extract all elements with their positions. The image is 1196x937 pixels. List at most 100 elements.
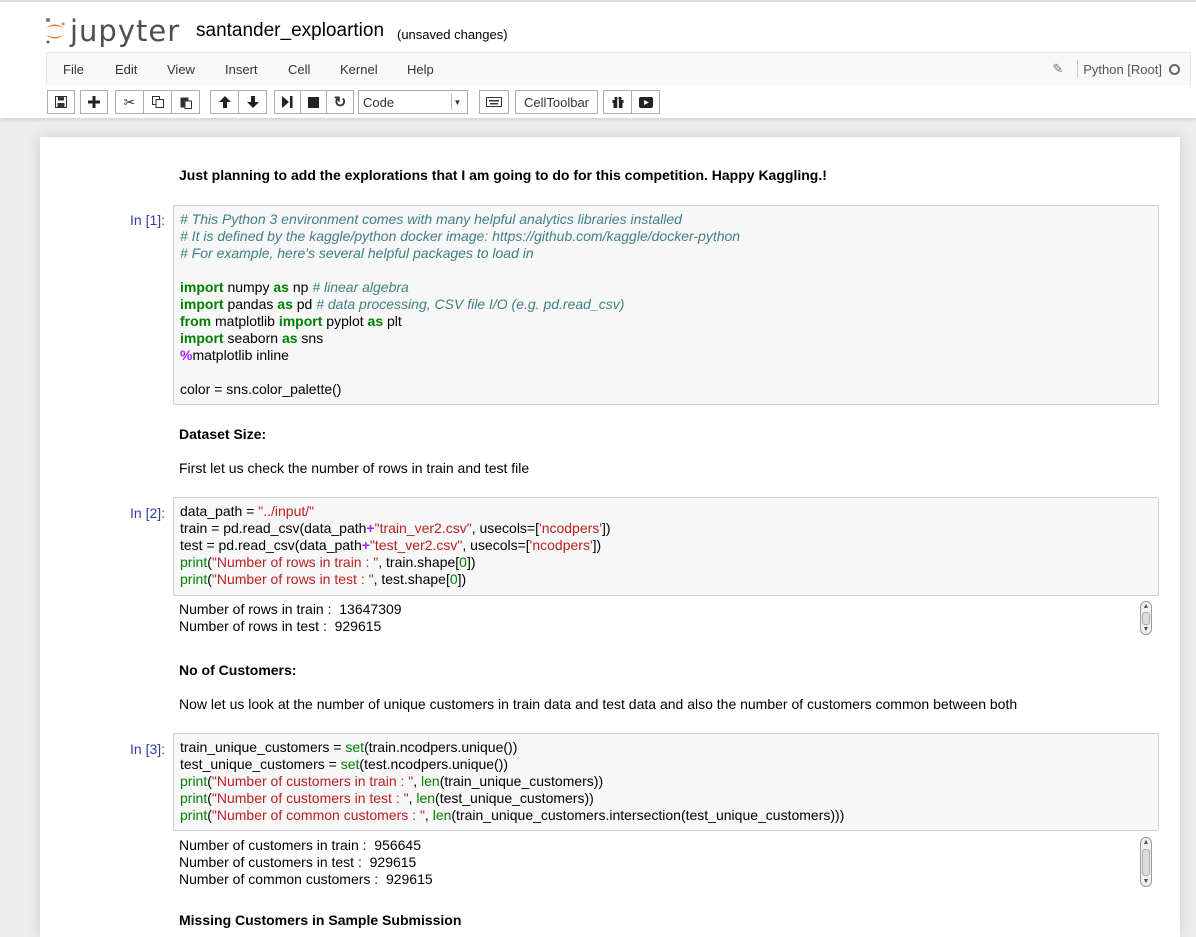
- scrollbar-thumb[interactable]: [1142, 612, 1150, 625]
- code-token: matplotlib: [211, 313, 279, 329]
- code-token: import: [278, 313, 323, 329]
- code-token: "Number of rows in test : ": [211, 571, 374, 587]
- paste-button[interactable]: [171, 90, 200, 114]
- code-line: print("Number of common customers : ", l…: [180, 807, 1152, 824]
- move-down-button[interactable]: [238, 90, 267, 114]
- code-token: np: [288, 279, 313, 295]
- markdown-dataset-size-text[interactable]: First let us check the number of rows in…: [179, 460, 529, 476]
- slideshow-button[interactable]: [631, 90, 660, 114]
- save-button[interactable]: [47, 90, 75, 114]
- code-line: train = pd.read_csv(data_path+"train_ver…: [180, 520, 1152, 537]
- code-cell-2[interactable]: data_path = "../input/" train = pd.read_c…: [173, 497, 1159, 596]
- markdown-intro[interactable]: Just planning to add the explorations th…: [179, 167, 827, 183]
- jupyter-logo-text: jupyter: [70, 14, 181, 48]
- restart-button[interactable]: ↻: [326, 90, 354, 114]
- command-palette-button[interactable]: [479, 90, 509, 114]
- scroll-down-icon[interactable]: ▼: [1141, 878, 1151, 885]
- code-token: print: [180, 790, 208, 806]
- scrollbar-thumb[interactable]: [1142, 849, 1150, 876]
- scroll-down-icon[interactable]: ▼: [1141, 626, 1151, 633]
- notebook-header: jupyter santander_exploartion (unsaved c…: [0, 0, 1196, 118]
- chevron-down-icon: ▼: [451, 94, 463, 110]
- menu-view[interactable]: View: [167, 62, 195, 77]
- interrupt-button[interactable]: [300, 90, 327, 114]
- markdown-heading-customers[interactable]: No of Customers:: [179, 662, 296, 678]
- code-token: set: [340, 756, 360, 772]
- code-token: , test.shape[: [373, 571, 450, 587]
- code-token: ,: [413, 773, 422, 789]
- code-token: (test.ncodpers.unique()): [359, 756, 509, 772]
- run-button[interactable]: [274, 90, 301, 114]
- code-token: (train.ncodpers.unique()): [364, 739, 518, 755]
- markdown-heading-dataset-size[interactable]: Dataset Size:: [179, 426, 266, 442]
- move-down-icon: [246, 96, 259, 108]
- code-token: matplotlib inline: [192, 347, 289, 363]
- code-token: ,: [424, 807, 433, 823]
- code-token: print: [180, 554, 208, 570]
- kernel-area: ✎ Python [Root]: [1052, 60, 1180, 78]
- code-token: print: [180, 571, 208, 587]
- menu-help[interactable]: Help: [407, 62, 434, 77]
- cell-type-value: Code: [363, 94, 395, 110]
- markdown-heading-missing-customers[interactable]: Missing Customers in Sample Submission: [179, 912, 461, 928]
- kernel-status-icon: [1169, 63, 1180, 75]
- code-token: 'ncodpers': [529, 537, 593, 553]
- input-prompt: In [2]:: [130, 505, 166, 521]
- code-token: "../input/": [258, 503, 315, 519]
- input-prompt: In [1]:: [130, 212, 166, 228]
- celltoolbar-button[interactable]: CellToolbar: [515, 90, 598, 114]
- menu-kernel[interactable]: Kernel: [340, 62, 378, 77]
- code-line: import numpy as np # linear algebra: [180, 279, 1152, 296]
- jupyter-logo-icon: [46, 18, 65, 44]
- code-token: train = pd.read_csv(data_path: [180, 520, 367, 536]
- restart-icon: ↻: [333, 94, 347, 111]
- copy-button[interactable]: [143, 90, 172, 114]
- output-cell-3: Number of customers in train : 956645 Nu…: [179, 837, 433, 888]
- code-line: # This Python 3 environment comes with m…: [180, 211, 1152, 228]
- scroll-up-icon[interactable]: ▲: [1141, 839, 1151, 846]
- cut-button[interactable]: ✂: [115, 90, 144, 114]
- code-token: set: [345, 739, 365, 755]
- save-status: (unsaved changes): [397, 27, 508, 42]
- markdown-customers-text[interactable]: Now let us look at the number of unique …: [179, 696, 1017, 712]
- output-scrollbar[interactable]: ▲ ▼: [1140, 837, 1152, 887]
- cell-type-select[interactable]: Code ▼: [358, 90, 468, 114]
- code-line: train_unique_customers = set(train.ncodp…: [180, 739, 1152, 756]
- output-scrollbar[interactable]: ▲ ▼: [1140, 601, 1152, 635]
- code-token: 0: [459, 554, 467, 570]
- stop-icon: [308, 96, 319, 108]
- scroll-up-icon[interactable]: ▲: [1141, 603, 1151, 610]
- menu-bar: File Edit View Insert Cell Kernel Help ✎…: [46, 52, 1191, 85]
- code-line: test = pd.read_csv(data_path+"test_ver2.…: [180, 537, 1152, 554]
- notebook-name[interactable]: santander_exploartion: [196, 20, 384, 42]
- menu-edit[interactable]: Edit: [115, 62, 137, 77]
- code-token: pandas: [223, 296, 278, 312]
- output-cell-2: Number of rows in train : 13647309 Numbe…: [179, 601, 402, 635]
- code-token: # data processing, CSV file I/O (e.g. pd…: [316, 296, 625, 312]
- copy-icon: [151, 96, 164, 108]
- menu-file[interactable]: File: [63, 62, 84, 77]
- menu-insert[interactable]: Insert: [225, 62, 258, 77]
- code-token: seaborn: [223, 330, 282, 346]
- code-line: print("Number of rows in train : ", trai…: [180, 554, 1152, 571]
- presentation-icon: [638, 96, 653, 108]
- insert-cell-button[interactable]: [80, 90, 108, 114]
- code-cell-3[interactable]: train_unique_customers = set(train.ncodp…: [173, 733, 1159, 831]
- move-up-icon: [218, 96, 231, 108]
- code-token: # linear algebra: [312, 279, 409, 295]
- code-cell-1[interactable]: # This Python 3 environment comes with m…: [173, 205, 1159, 405]
- code-token: "Number of common customers : ": [211, 807, 425, 823]
- output-line: Number of rows in train : 13647309: [179, 601, 402, 617]
- move-up-button[interactable]: [210, 90, 239, 114]
- code-token: (train_unique_customers)): [439, 773, 604, 789]
- menu-cell[interactable]: Cell: [288, 62, 310, 77]
- gift-button[interactable]: [603, 90, 632, 114]
- code-token: "train_ver2.csv": [374, 520, 472, 536]
- code-token: test = pd.read_csv(data_path: [180, 537, 362, 553]
- celltoolbar-label: CellToolbar: [523, 94, 590, 110]
- pencil-icon[interactable]: ✎: [1052, 61, 1063, 77]
- code-token: , train.shape[: [378, 554, 460, 570]
- kernel-name[interactable]: Python [Root]: [1083, 62, 1162, 77]
- jupyter-logo[interactable]: jupyter: [44, 14, 180, 48]
